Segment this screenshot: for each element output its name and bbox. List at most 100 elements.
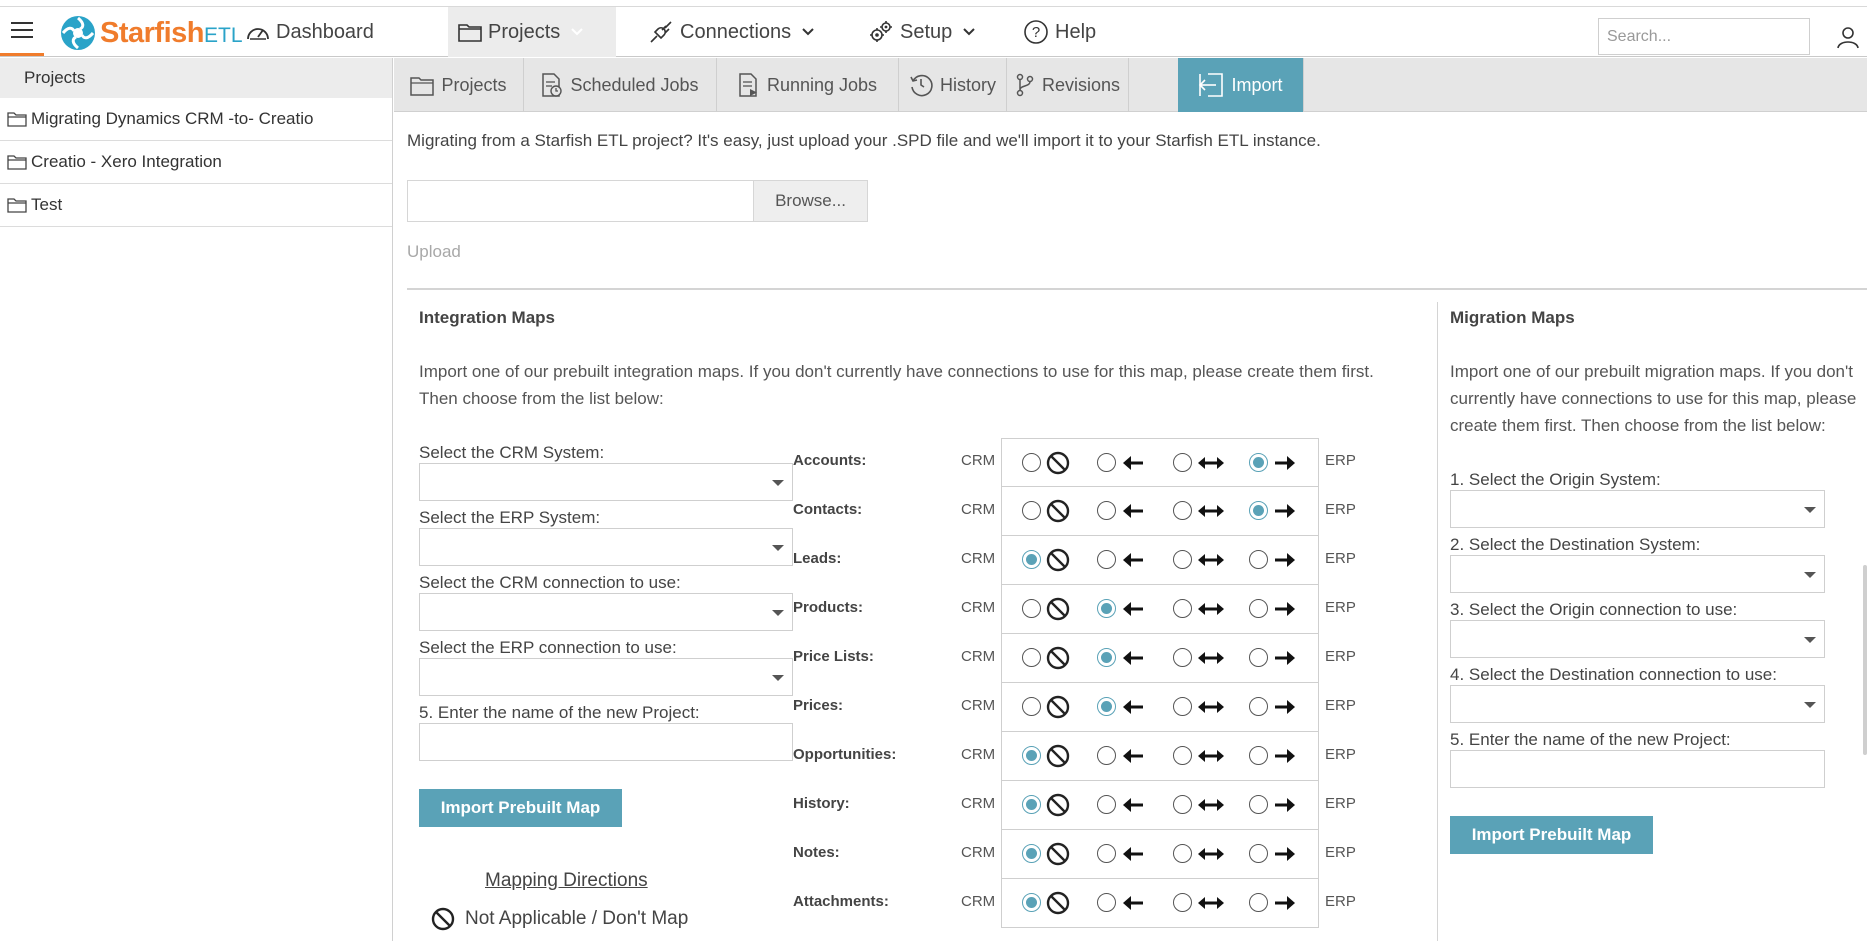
direction-radio-left[interactable] xyxy=(1097,795,1116,814)
direction-radio-left[interactable] xyxy=(1097,893,1116,912)
dropdown-caret-icon xyxy=(1804,637,1816,643)
nav-connections[interactable]: Connections xyxy=(638,7,831,57)
nav-setup[interactable]: Setup xyxy=(858,7,992,57)
arrow-both-icon xyxy=(1198,799,1224,811)
import-icon xyxy=(1199,73,1224,97)
direction-radio-right[interactable] xyxy=(1249,453,1268,472)
starfish-logo[interactable]: Starfish ETL xyxy=(60,13,243,53)
origin-system-select[interactable] xyxy=(1450,490,1825,528)
direction-radio-right[interactable] xyxy=(1249,648,1268,667)
sidebar-header: Projects xyxy=(0,58,392,98)
direction-radio-none[interactable] xyxy=(1022,501,1041,520)
crm-system-select[interactable] xyxy=(419,463,793,501)
sidebar-project-item[interactable]: Migrating Dynamics CRM -to- Creatio xyxy=(0,98,392,141)
search-input[interactable] xyxy=(1598,18,1810,55)
direction-radio-both[interactable] xyxy=(1173,697,1192,716)
erp-system-select[interactable] xyxy=(419,528,793,566)
ban-icon xyxy=(1046,695,1070,719)
arrow-both-icon xyxy=(1198,652,1224,664)
origin-connection-select[interactable] xyxy=(1450,620,1825,658)
direction-radio-right[interactable] xyxy=(1249,893,1268,912)
integration-project-name-input[interactable] xyxy=(419,723,793,761)
direction-radio-none[interactable] xyxy=(1022,453,1041,472)
arrow-both-icon xyxy=(1198,750,1224,762)
direction-glyph-none xyxy=(1046,499,1070,527)
hamburger-menu-icon[interactable] xyxy=(0,7,44,56)
direction-radio-both[interactable] xyxy=(1173,795,1192,814)
direction-radio-left[interactable] xyxy=(1097,501,1116,520)
direction-radio-left[interactable] xyxy=(1097,453,1116,472)
direction-radio-right[interactable] xyxy=(1249,746,1268,765)
destination-connection-select[interactable] xyxy=(1450,685,1825,723)
direction-radio-right[interactable] xyxy=(1249,501,1268,520)
direction-radio-none[interactable] xyxy=(1022,795,1041,814)
arrow-right-icon xyxy=(1275,847,1295,861)
migration-description-line1: Import one of our prebuilt migration map… xyxy=(1450,362,1853,381)
file-path-field[interactable] xyxy=(407,180,753,222)
direction-radio-both[interactable] xyxy=(1173,550,1192,569)
tab-scheduled-jobs-label: Scheduled Jobs xyxy=(570,74,699,95)
browse-button[interactable]: Browse... xyxy=(753,180,868,222)
direction-radio-left[interactable] xyxy=(1097,550,1116,569)
direction-radio-none[interactable] xyxy=(1022,893,1041,912)
tab-import[interactable]: Import xyxy=(1178,58,1304,112)
direction-radio-right[interactable] xyxy=(1249,599,1268,618)
direction-radio-left[interactable] xyxy=(1097,697,1116,716)
tab-projects[interactable]: Projects xyxy=(394,58,524,112)
sidebar-project-item[interactable]: Test xyxy=(0,184,392,227)
dropdown-caret-icon xyxy=(1804,702,1816,708)
mapping-row: History: CRM ERP xyxy=(793,781,1356,830)
nav-dashboard[interactable]: Dashboard xyxy=(236,7,384,57)
direction-radio-none[interactable] xyxy=(1022,746,1041,765)
direction-radio-left[interactable] xyxy=(1097,746,1116,765)
nav-projects[interactable]: Projects xyxy=(448,7,616,57)
direction-radio-both[interactable] xyxy=(1173,746,1192,765)
arrow-right-icon xyxy=(1275,456,1295,470)
scrollbar-thumb[interactable] xyxy=(1863,565,1867,755)
tab-scheduled-jobs[interactable]: Scheduled Jobs xyxy=(524,58,717,112)
crm-connection-select[interactable] xyxy=(419,593,793,631)
chevron-down-icon xyxy=(802,28,814,36)
direction-radio-none[interactable] xyxy=(1022,648,1041,667)
nav-help[interactable]: ? Help xyxy=(1013,7,1106,57)
import-integration-map-button[interactable]: Import Prebuilt Map xyxy=(419,789,622,827)
direction-glyph-right xyxy=(1273,793,1297,821)
sidebar-project-item[interactable]: Creatio - Xero Integration xyxy=(0,141,392,184)
migration-project-name-input[interactable] xyxy=(1450,750,1825,788)
tab-history[interactable]: History xyxy=(899,58,1007,112)
direction-radio-left[interactable] xyxy=(1097,844,1116,863)
direction-radio-right[interactable] xyxy=(1249,795,1268,814)
mapping-right-system-label: ERP xyxy=(1325,746,1356,763)
mapping-right-system-label: ERP xyxy=(1325,795,1356,812)
direction-glyph-both xyxy=(1197,891,1225,919)
folder-icon xyxy=(7,155,27,170)
erp-connection-select[interactable] xyxy=(419,658,793,696)
direction-glyph-left xyxy=(1121,842,1145,870)
chevron-down-icon xyxy=(963,28,975,36)
direction-radio-both[interactable] xyxy=(1173,501,1192,520)
direction-radio-both[interactable] xyxy=(1173,648,1192,667)
direction-radio-left[interactable] xyxy=(1097,648,1116,667)
direction-radio-none[interactable] xyxy=(1022,550,1041,569)
mapping-left-system-label: CRM xyxy=(961,844,996,861)
upload-link[interactable]: Upload xyxy=(407,242,461,262)
direction-radio-right[interactable] xyxy=(1249,844,1268,863)
direction-radio-none[interactable] xyxy=(1022,697,1041,716)
user-icon[interactable] xyxy=(1836,25,1860,49)
direction-radio-both[interactable] xyxy=(1173,453,1192,472)
direction-radio-none[interactable] xyxy=(1022,844,1041,863)
origin-system-label: 1. Select the Origin System: xyxy=(1450,470,1661,489)
direction-radio-left[interactable] xyxy=(1097,599,1116,618)
direction-radio-both[interactable] xyxy=(1173,599,1192,618)
arrow-left-icon xyxy=(1123,749,1143,763)
direction-radio-both[interactable] xyxy=(1173,893,1192,912)
direction-radio-both[interactable] xyxy=(1173,844,1192,863)
destination-system-select[interactable] xyxy=(1450,555,1825,593)
tab-running-jobs[interactable]: Running Jobs xyxy=(717,58,899,112)
direction-radio-right[interactable] xyxy=(1249,550,1268,569)
import-migration-map-button[interactable]: Import Prebuilt Map xyxy=(1450,816,1653,854)
migration-description-line2: currently have connections to use for th… xyxy=(1450,389,1857,408)
tab-revisions[interactable]: Revisions xyxy=(1007,58,1129,112)
direction-radio-none[interactable] xyxy=(1022,599,1041,618)
direction-radio-right[interactable] xyxy=(1249,697,1268,716)
